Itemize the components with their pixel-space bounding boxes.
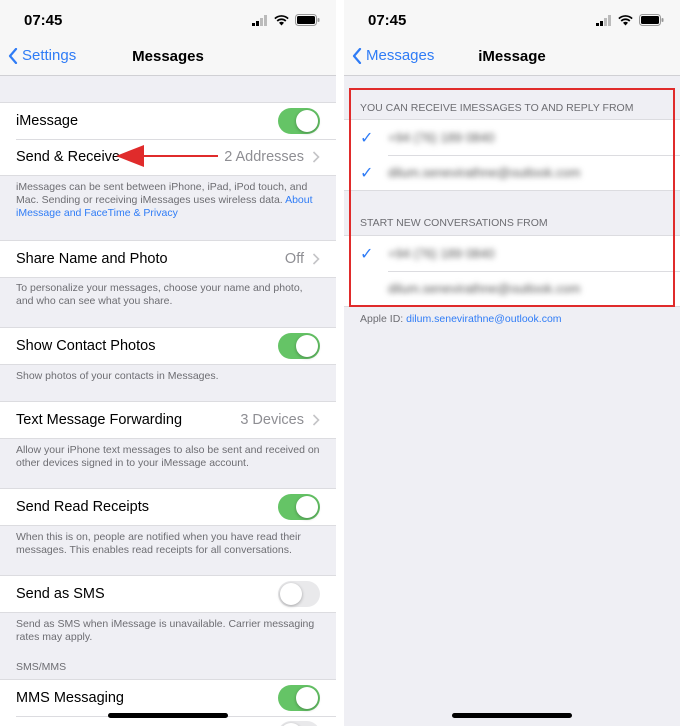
share-footer: To personalize your messages, choose you… [16,282,303,307]
battery-icon [639,14,664,26]
contact-photos-label: Show Contact Photos [16,338,156,354]
home-indicator [108,713,228,718]
send-sms-label: Send as SMS [16,586,105,602]
imessage-row: iMessage [0,103,336,139]
chevron-left-icon [352,47,362,64]
contact-photos-toggle[interactable] [278,333,320,359]
signal-icon [596,14,611,26]
battery-icon [295,14,320,26]
read-receipts-label: Send Read Receipts [16,499,149,515]
share-name-detail: Off [284,251,304,267]
partial-toggle[interactable] [278,721,320,726]
divider [336,0,344,726]
chevron-right-icon [312,151,320,163]
wifi-icon [618,14,633,25]
apple-id-footer: Apple ID: dilum.senevirathne@outlook.com [360,313,562,325]
send-sms-row: Send as SMS [0,576,336,612]
forwarding-label: Text Message Forwarding [16,412,183,428]
imessage-footer-text: iMessages can be sent between iPhone, iP… [16,181,308,206]
chevron-left-icon [8,47,18,64]
sms-mms-header: SMS/MMS [16,661,67,673]
status-bar: 07:45 [0,0,336,40]
read-footer: When this is on, people are notified whe… [16,531,301,556]
mms-group: MMS Messaging [0,679,336,726]
annotation-highlight-box [349,88,675,307]
contact-photos-row: Show Contact Photos [0,328,336,364]
nav-bar: Messages iMessage [344,40,680,76]
forwarding-detail: 3 Devices [240,412,304,428]
forwarding-row[interactable]: Text Message Forwarding 3 Devices [0,402,336,438]
forwarding-footer: Allow your iPhone text messages to also … [16,444,320,469]
mms-toggle[interactable] [278,685,320,711]
back-button-messages[interactable]: Messages [352,47,434,64]
read-receipts-group: Send Read Receipts [0,488,336,526]
home-indicator [452,713,572,718]
send-sms-group: Send as SMS [0,575,336,613]
sms-footer: Send as SMS when iMessage is unavailable… [16,618,315,643]
chevron-right-icon [312,414,320,426]
back-label: Messages [366,47,435,64]
annotation-arrow [116,145,218,167]
read-receipts-toggle[interactable] [278,494,320,520]
apple-id-label: Apple ID: [360,313,404,325]
forwarding-group: Text Message Forwarding 3 Devices [0,401,336,439]
mms-row: MMS Messaging [0,680,336,716]
status-bar: 07:45 [344,0,680,40]
back-button-settings[interactable]: Settings [8,47,76,64]
back-label: Settings [22,47,77,64]
imessage-footer: iMessages can be sent between iPhone, iP… [16,181,322,220]
wifi-icon [274,14,289,25]
share-name-group: Share Name and Photo Off [0,240,336,278]
status-time: 07:45 [24,12,63,29]
contact-footer: Show photos of your contacts in Messages… [16,370,219,382]
share-name-row[interactable]: Share Name and Photo Off [0,241,336,277]
chevron-right-icon [312,253,320,265]
send-receive-detail: 2 Addresses [224,149,304,165]
status-time: 07:45 [368,12,407,29]
messages-settings-screen: 07:45 Settings Messages iMessage Send & … [0,0,336,726]
share-name-label: Share Name and Photo [16,251,168,267]
imessage-toggle[interactable] [278,108,320,134]
contact-photos-group: Show Contact Photos [0,327,336,365]
mms-label: MMS Messaging [16,690,124,706]
read-receipts-row: Send Read Receipts [0,489,336,525]
nav-bar: Settings Messages [0,40,336,76]
send-sms-toggle[interactable] [278,581,320,607]
imessage-label: iMessage [16,113,79,129]
apple-id-link[interactable]: dilum.senevirathne@outlook.com [406,313,561,325]
signal-icon [252,14,267,26]
